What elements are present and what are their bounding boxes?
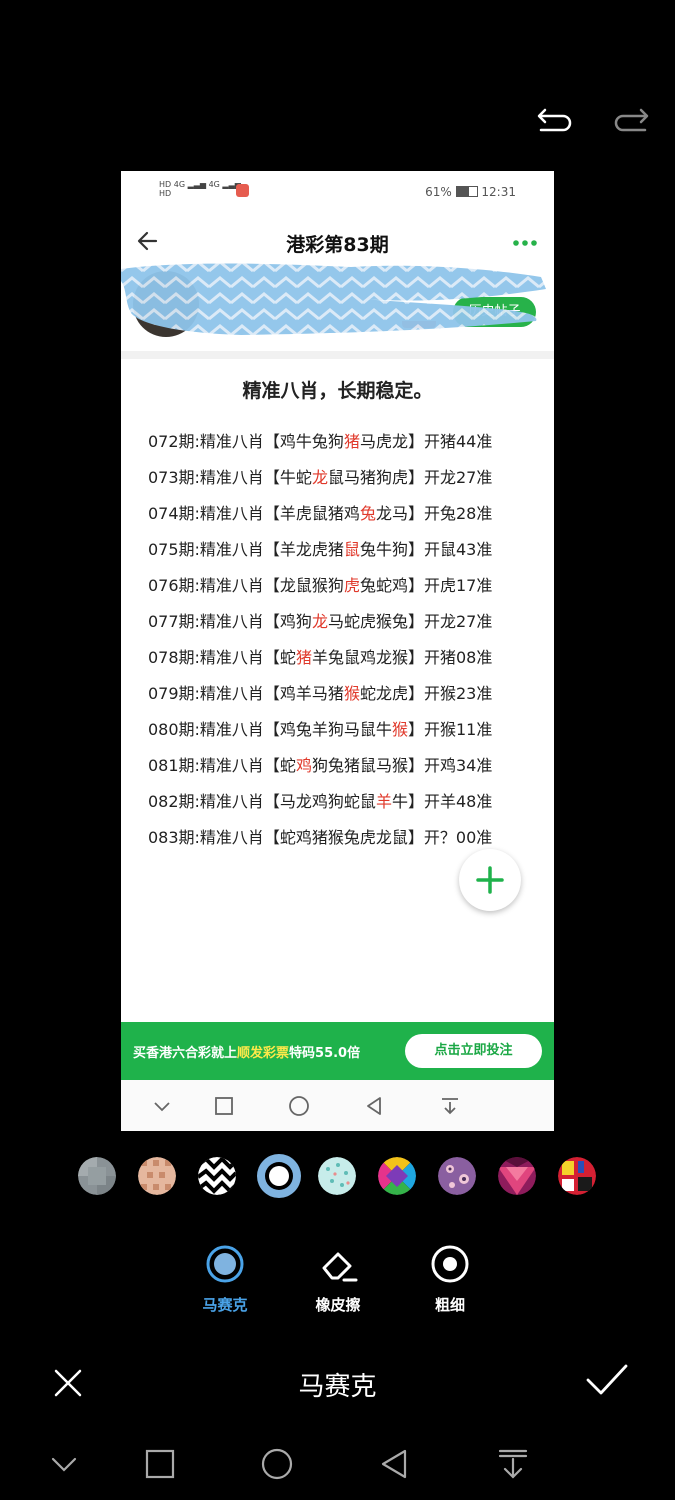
triangle-back-icon [367, 1097, 381, 1115]
nav-collapse-icon[interactable] [47, 1447, 81, 1481]
tool-mosaic-label: 马赛克 [202, 1296, 248, 1314]
preview-nav-bar [121, 1080, 554, 1131]
battery-time: 61% 12:31 [425, 185, 516, 199]
add-post-button[interactable] [459, 849, 521, 911]
circle-icon [289, 1096, 309, 1116]
nav-recents-icon[interactable] [143, 1447, 177, 1481]
mode-title: 马赛克 [298, 1372, 377, 1402]
redaction-scribble [121, 263, 546, 335]
list-item: 078期:精准八肖【蛇猪羊兔鼠鸡龙猴】开猪08准 [148, 648, 493, 667]
nav-back-icon[interactable] [377, 1447, 411, 1481]
ad-text: 买香港六合彩就上顺发彩票特码55.0倍 [133, 1046, 361, 1061]
status-bar: HD 4G ▂▃▅ 4G ▂▃▅ HD 61% 12:31 [121, 171, 554, 211]
list-item: 073期:精准八肖【牛蛇龙鼠马猪狗虎】开龙27准 [148, 468, 493, 487]
page-title: 港彩第83期 [286, 234, 389, 256]
image-preview[interactable]: HD 4G ▂▃▅ 4G ▂▃▅HD 61% 12:31 港彩第83期 历史帖子… [121, 171, 554, 1131]
list-item: 082期:精准八肖【马龙鸡狗蛇鼠羊牛】开羊48准 [148, 792, 493, 811]
list-item: 074期:精准八肖【羊虎鼠猪鸡兔龙马】开兔28准 [148, 504, 493, 523]
list-item: 079期:精准八肖【鸡羊马猪猴蛇龙虎】开猴23准 [148, 684, 493, 703]
swatch-dots-teal[interactable] [318, 1157, 356, 1195]
thickness-icon [431, 1245, 469, 1283]
tool-mosaic[interactable]: 马赛克 [180, 1244, 270, 1315]
swatch-ring-blue-selected[interactable] [256, 1153, 302, 1199]
swatch-geo-colorful[interactable] [378, 1157, 416, 1195]
prediction-list: 072期:精准八肖【鸡牛兔狗猪马虎龙】开猪44准 073期:精准八肖【牛蛇龙鼠马… [148, 429, 548, 861]
redo-icon[interactable] [611, 98, 651, 138]
tool-thickness[interactable]: 粗细 [405, 1244, 495, 1315]
square-icon [215, 1097, 233, 1115]
chevron-down-icon [154, 1102, 170, 1112]
eraser-icon [322, 1252, 358, 1282]
ad-banner[interactable]: 买香港六合彩就上顺发彩票特码55.0倍 点击立即投注 [121, 1022, 554, 1080]
swatch-zigzag-bw[interactable] [198, 1157, 236, 1195]
list-item: 081期:精准八肖【蛇鸡狗兔猪鼠马猴】开鸡34准 [148, 756, 493, 775]
confirm-check-icon[interactable] [585, 1362, 629, 1398]
mosaic-circle-icon [206, 1245, 244, 1283]
list-item: 077期:精准八肖【鸡狗龙马蛇虎猴兔】开龙27准 [148, 612, 493, 631]
signal-indicators: HD 4G ▂▃▅ 4G ▂▃▅ HD [159, 180, 241, 198]
list-item: 080期:精准八肖【鸡兔羊狗马鼠牛猴】开猴11准 [148, 720, 493, 739]
swatch-floral-purple[interactable] [438, 1157, 476, 1195]
bet-now-button[interactable]: 点击立即投注 [405, 1034, 542, 1068]
notification-icon [236, 184, 249, 197]
nav-notification-icon[interactable] [496, 1447, 530, 1481]
list-item: 075期:精准八肖【羊龙虎猪鼠兔牛狗】开鼠43准 [148, 540, 493, 559]
swatch-triangles-magenta[interactable] [498, 1157, 536, 1195]
tool-eraser[interactable]: 橡皮擦 [293, 1244, 383, 1315]
more-dots-icon[interactable] [512, 239, 538, 247]
post-title: 精准八肖，长期稳定。 [242, 380, 433, 402]
list-item: 072期:精准八肖【鸡牛兔狗猪马虎龙】开猪44准 [148, 432, 493, 451]
tool-eraser-label: 橡皮擦 [315, 1296, 361, 1314]
swatch-blocks-red[interactable] [558, 1157, 596, 1195]
swatch-pixel-grey[interactable] [78, 1157, 116, 1195]
nav-home-icon[interactable] [260, 1447, 294, 1481]
tool-thickness-label: 粗细 [434, 1296, 465, 1314]
list-item: 076期:精准八肖【龙鼠猴狗虎兔蛇鸡】开虎17准 [148, 576, 493, 595]
pull-down-icon [442, 1098, 458, 1115]
plus-icon [476, 866, 504, 894]
swatch-dots-peach[interactable] [138, 1157, 176, 1195]
section-divider [121, 351, 554, 359]
undo-icon[interactable] [535, 98, 575, 138]
